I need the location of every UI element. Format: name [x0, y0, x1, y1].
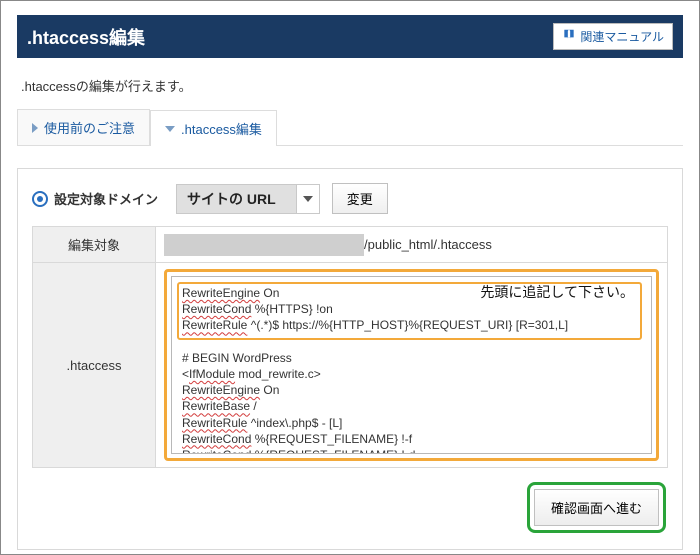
tab-htaccess-edit[interactable]: .htaccess編集: [150, 110, 277, 146]
domain-row: 設定対象ドメイン サイトの URL 変更: [32, 183, 668, 214]
htaccess-label: .htaccess: [33, 263, 156, 468]
htaccess-cell: 先頭に追記して下さい。 RewriteEngine On RewriteCond…: [156, 263, 668, 468]
change-domain-button[interactable]: 変更: [332, 183, 388, 214]
table-row: .htaccess 先頭に追記して下さい。 RewriteEngine On R…: [33, 263, 668, 468]
domain-select-arrow[interactable]: [297, 184, 320, 214]
htaccess-textarea[interactable]: RewriteEngine On RewriteCond %{HTTPS} !o…: [171, 276, 652, 454]
tab-precautions-label: 使用前のご注意: [44, 118, 135, 137]
edit-target-cell: /public_html/.htaccess: [156, 227, 668, 263]
table-row: 編集対象 /public_html/.htaccess: [33, 227, 668, 263]
domain-select-value: サイトの URL: [176, 184, 297, 214]
related-manual-label: 関連マニュアル: [580, 28, 664, 45]
settings-table: 編集対象 /public_html/.htaccess .htaccess 先頭…: [32, 226, 668, 468]
tab-htaccess-edit-label: .htaccess編集: [181, 119, 262, 138]
chevron-right-icon: [32, 123, 38, 133]
domain-label: 設定対象ドメイン: [54, 189, 158, 208]
settings-panel: 設定対象ドメイン サイトの URL 変更 編集対象 /public_html/.…: [17, 168, 683, 550]
footer: 確認画面へ進む: [32, 468, 668, 549]
tab-precautions[interactable]: 使用前のご注意: [17, 109, 150, 145]
chevron-down-icon: [165, 126, 175, 132]
domain-select[interactable]: サイトの URL: [176, 184, 320, 214]
page-description: .htaccessの編集が行えます。: [21, 76, 679, 95]
caret-down-icon: [303, 196, 313, 202]
edit-target-label: 編集対象: [33, 227, 156, 263]
redacted-domain-bar: [164, 234, 364, 256]
edit-target-path: /public_html/.htaccess: [364, 237, 492, 252]
book-icon: [562, 28, 576, 45]
confirm-button[interactable]: 確認画面へ進む: [534, 489, 659, 526]
page-title: .htaccess編集: [27, 24, 145, 50]
radio-selected-icon: [32, 191, 48, 207]
titlebar: .htaccess編集 関連マニュアル: [17, 15, 683, 58]
app-viewport: .htaccess編集 関連マニュアル .htaccessの編集が行えます。 使…: [0, 0, 700, 555]
confirm-highlight-ring: 確認画面へ進む: [527, 482, 666, 533]
tabs: 使用前のご注意 .htaccess編集: [17, 109, 683, 146]
related-manual-button[interactable]: 関連マニュアル: [553, 23, 673, 50]
editor-highlight-frame: 先頭に追記して下さい。 RewriteEngine On RewriteCond…: [164, 269, 659, 461]
